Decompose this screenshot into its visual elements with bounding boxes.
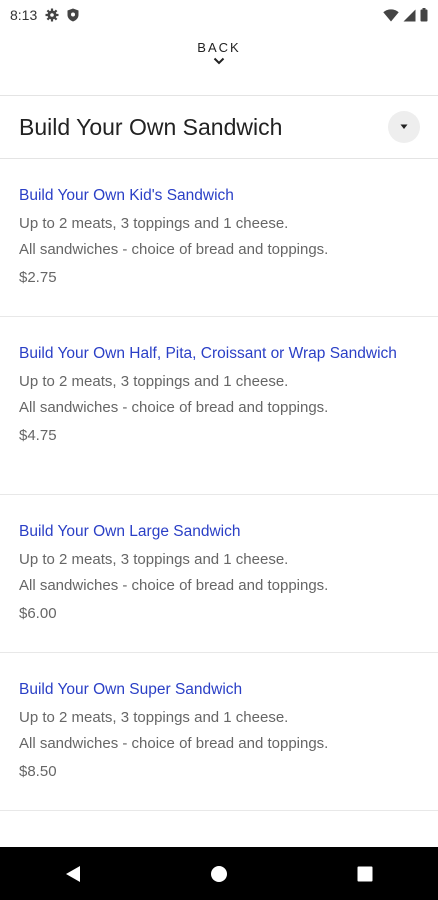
back-label: BACK [197,40,241,55]
back-button[interactable]: BACK [0,40,438,84]
status-bar: 8:13 [0,0,438,30]
category-dropdown-button[interactable] [388,111,420,143]
gear-icon [45,8,59,22]
home-circle-icon[interactable] [210,865,228,883]
system-nav-bar [0,847,438,900]
chevron-down-icon [213,55,225,65]
item-description: Up to 2 meats, 3 toppings and 1 cheese. [19,373,289,390]
item-price: $8.50 [19,763,57,780]
list-item[interactable]: Build Your Own Half, Pita, Croissant or … [0,317,438,495]
item-name[interactable]: Build Your Own Half, Pita, Croissant or … [19,344,419,364]
battery-icon [420,8,428,22]
item-price: $6.00 [19,605,57,622]
item-description: All sandwiches - choice of bread and top… [19,577,329,594]
shield-icon [67,8,79,22]
page-title: Build Your Own Sandwich [19,113,283,140]
item-description: All sandwiches - choice of bread and top… [19,241,329,258]
caret-down-icon [400,124,408,129]
item-description: Up to 2 meats, 3 toppings and 1 cheese. [19,709,289,726]
item-name[interactable]: Build Your Own Large Sandwich [19,522,419,542]
item-description: All sandwiches - choice of bread and top… [19,399,329,416]
item-price: $4.75 [19,427,57,444]
list-item[interactable]: Build Your Own Large Sandwich Up to 2 me… [0,495,438,653]
item-description: Up to 2 meats, 3 toppings and 1 cheese. [19,551,289,568]
item-name[interactable]: Build Your Own Super Sandwich [19,680,419,700]
recents-square-icon[interactable] [357,866,373,882]
back-triangle-icon[interactable] [65,865,81,883]
list-item[interactable]: Build Your Own Kid's Sandwich Up to 2 me… [0,159,438,317]
status-left: 8:13 [10,7,79,23]
item-description: All sandwiches - choice of bread and top… [19,735,329,752]
wifi-icon [383,8,399,22]
menu-list: Build Your Own Kid's Sandwich Up to 2 me… [0,159,438,811]
list-item[interactable]: Build Your Own Super Sandwich Up to 2 me… [0,653,438,811]
item-price: $2.75 [19,269,57,286]
category-header: Build Your Own Sandwich [0,96,438,158]
status-time: 8:13 [10,7,38,23]
item-name[interactable]: Build Your Own Kid's Sandwich [19,186,419,206]
item-description: Up to 2 meats, 3 toppings and 1 cheese. [19,215,289,232]
status-right [383,8,428,22]
signal-icon [403,9,416,22]
